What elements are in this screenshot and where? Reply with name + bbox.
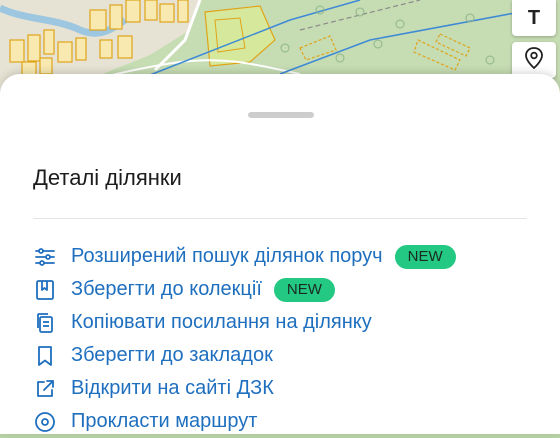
text-tool-label: T <box>527 7 541 29</box>
action-label: Копіювати посилання на ділянку <box>71 311 372 333</box>
external-link-icon <box>33 377 57 401</box>
action-save-bookmark[interactable]: Зберегти до закладок <box>33 339 456 372</box>
action-label: Розширений пошук ділянок поруч <box>71 245 383 267</box>
sheet-title: Деталі ділянки <box>33 165 182 190</box>
action-save-collection[interactable]: Зберегти до колекції NEW <box>33 273 456 306</box>
new-badge: NEW <box>394 244 456 269</box>
action-copy-link[interactable]: Копіювати посилання на ділянку <box>33 306 456 339</box>
divider <box>33 218 527 219</box>
action-open-dzk[interactable]: Відкрити на сайті ДЗК <box>33 372 456 405</box>
action-label: Прокласти маршрут <box>71 410 258 432</box>
text-tool-button[interactable]: T <box>512 0 556 36</box>
location-pin-icon <box>524 46 544 74</box>
action-list: Розширений пошук ділянок поруч NEW Збере… <box>33 240 456 438</box>
action-nearby-search[interactable]: Розширений пошук ділянок поруч NEW <box>33 240 456 273</box>
collection-icon <box>33 278 57 302</box>
sheet-drag-handle[interactable] <box>248 112 314 118</box>
parcel-details-sheet: Деталі ділянки Розширений пошук ділянок … <box>0 74 560 434</box>
bookmark-icon <box>33 344 57 368</box>
action-label: Зберегти до колекції <box>71 278 262 300</box>
sliders-icon <box>33 245 57 269</box>
route-icon <box>33 410 57 434</box>
action-build-route[interactable]: Прокласти маршрут <box>33 405 456 438</box>
location-button[interactable] <box>512 42 556 78</box>
new-badge: NEW <box>273 277 335 302</box>
action-label: Зберегти до закладок <box>71 344 273 366</box>
action-label: Відкрити на сайті ДЗК <box>71 377 274 399</box>
copy-icon <box>33 311 57 335</box>
